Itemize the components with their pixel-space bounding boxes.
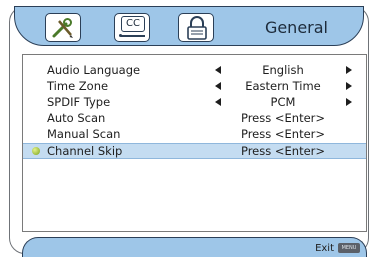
menu-row-spdif-type[interactable]: SPDIF Type PCM xyxy=(23,94,366,110)
row-label: Channel Skip xyxy=(47,144,123,158)
row-value: English xyxy=(262,63,304,77)
menu-row-auto-scan[interactable]: Auto Scan Press <Enter> xyxy=(23,110,366,126)
arrow-right-icon[interactable] xyxy=(346,82,352,90)
row-value: PCM xyxy=(270,95,296,109)
lock-icon xyxy=(187,16,207,40)
menu-row-audio-language[interactable]: Audio Language English xyxy=(23,62,366,78)
row-value: Press <Enter> xyxy=(240,127,326,141)
arrow-right-icon[interactable] xyxy=(346,66,352,74)
cc-label: CC xyxy=(121,16,145,32)
row-label: Time Zone xyxy=(47,79,109,93)
row-value: Press <Enter> xyxy=(240,111,326,125)
row-value: Eastern Time xyxy=(245,79,321,93)
row-label: Manual Scan xyxy=(47,127,121,141)
wrench-pencil-icon xyxy=(52,18,73,38)
menu-footer: Exit MENU xyxy=(22,237,367,257)
menu-header: CC General xyxy=(14,6,364,46)
cc-underline xyxy=(121,35,145,37)
menu-row-manual-scan[interactable]: Manual Scan Press <Enter> xyxy=(23,126,366,142)
arrow-left-icon[interactable] xyxy=(215,82,221,90)
menu-row-time-zone[interactable]: Time Zone Eastern Time xyxy=(23,78,366,94)
exit-label: Exit xyxy=(315,243,334,254)
tab-cc[interactable]: CC xyxy=(114,13,150,42)
page-title: General xyxy=(264,18,328,37)
tab-lock[interactable] xyxy=(178,13,214,42)
menu-row-channel-skip[interactable]: Channel Skip Press <Enter> xyxy=(23,143,366,159)
settings-panel: Audio Language English Time Zone Eastern… xyxy=(22,54,367,232)
row-label: Audio Language xyxy=(47,63,141,77)
selection-dot-icon xyxy=(32,147,40,155)
arrow-right-icon[interactable] xyxy=(346,98,352,106)
menu-key-icon[interactable]: MENU xyxy=(338,243,360,253)
tab-setup[interactable] xyxy=(45,13,81,42)
row-label: SPDIF Type xyxy=(47,95,111,109)
cc-dot xyxy=(119,34,122,37)
row-label: Auto Scan xyxy=(47,111,106,125)
arrow-left-icon[interactable] xyxy=(215,98,221,106)
row-value: Press <Enter> xyxy=(240,144,326,158)
arrow-left-icon[interactable] xyxy=(215,66,221,74)
